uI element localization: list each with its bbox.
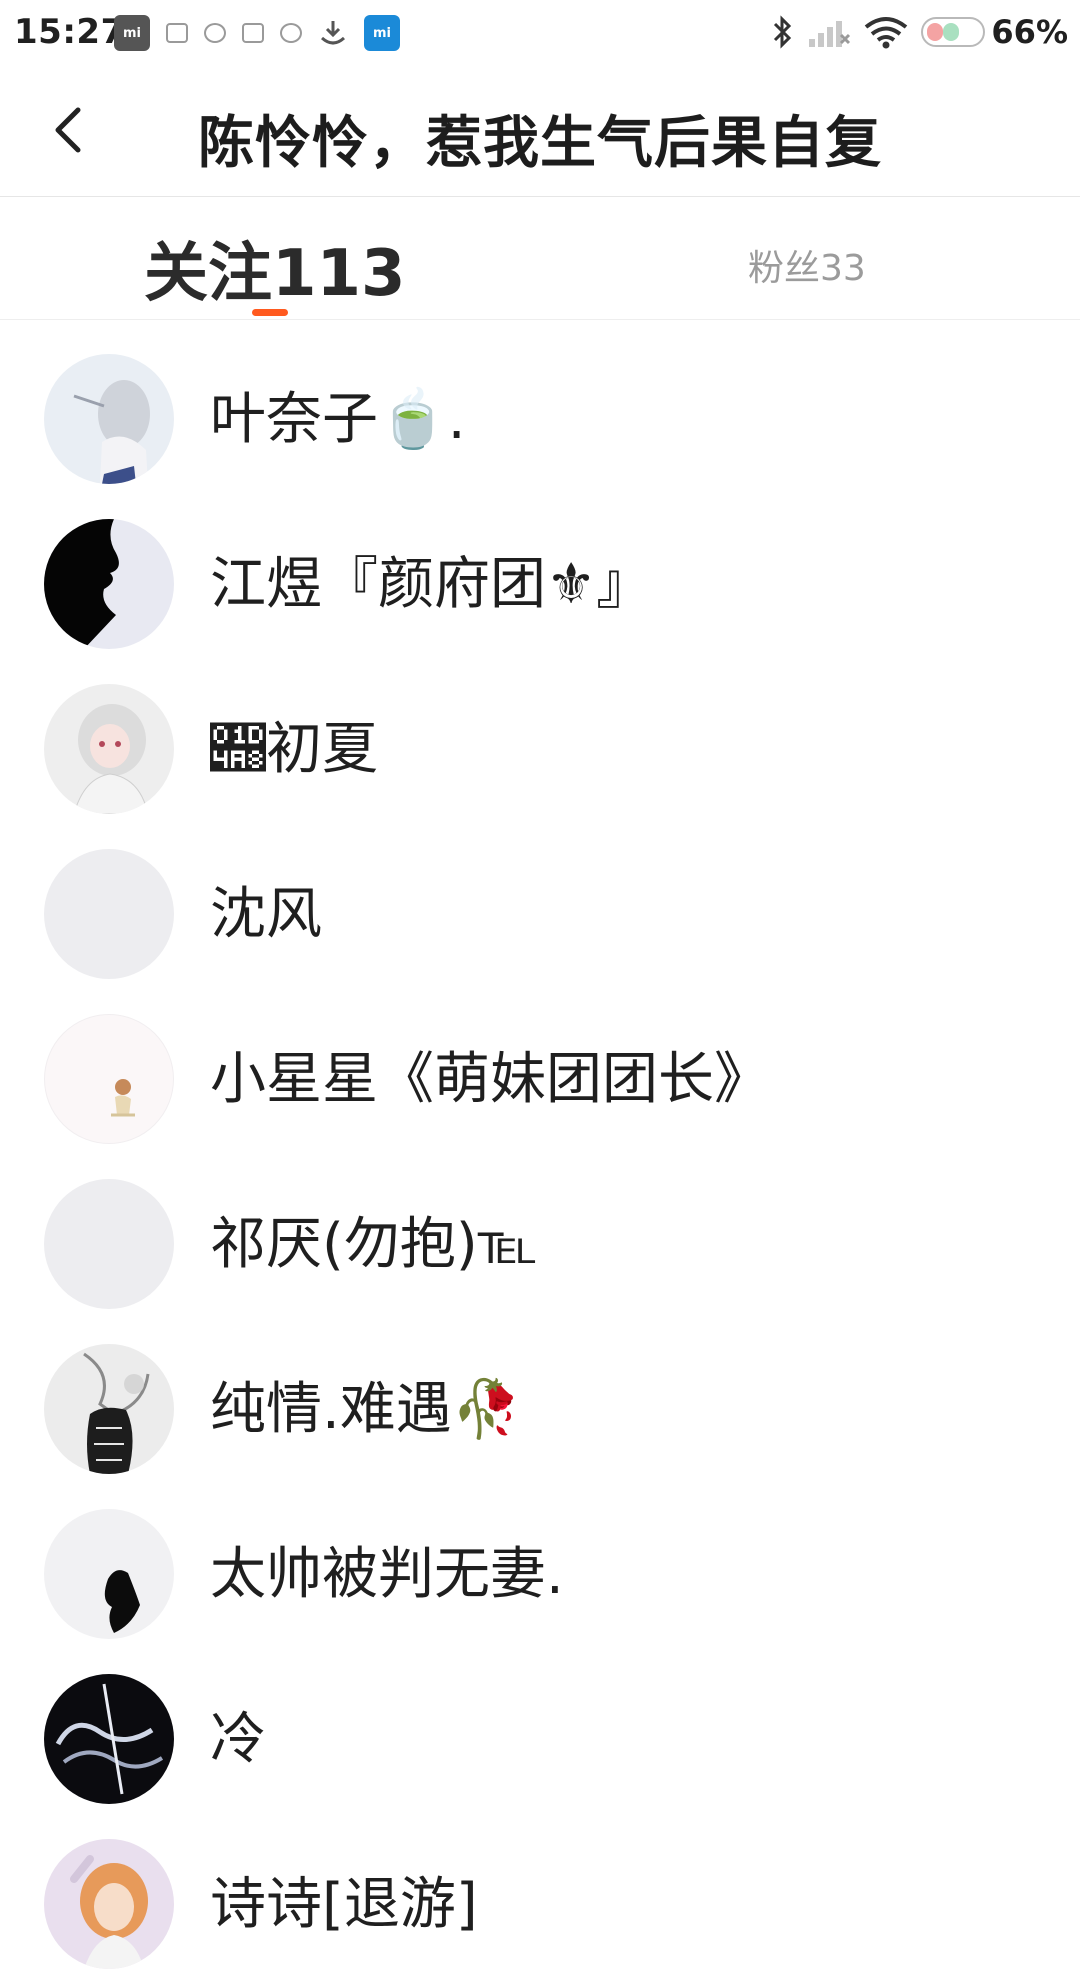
avatar[interactable] [44,1839,174,1969]
user-name: 𝒨初夏 [210,717,378,782]
mi-app-icon-label: mi [372,25,391,41]
list-item[interactable]: 小星星《萌妹团团长》 [0,980,1080,1145]
user-name: 太帅被判无妻. [210,1542,564,1607]
mi-icon: mi [114,15,150,51]
system-tray: 66% [759,10,1068,54]
user-name: 祁厌(勿抱)℡ [210,1212,538,1277]
user-name: 沈风 [210,882,322,947]
mi-icon-label: mi [122,25,141,41]
title-bar: 陈怜怜，惹我生气后果自复 [0,66,1080,197]
user-name: 冷 [210,1707,266,1772]
status-bar: 15:27 mi mi 66% [0,0,1080,66]
avatar[interactable] [44,1344,174,1474]
list-item[interactable]: 江煜『颜府团⚜』 [0,485,1080,650]
tab-following[interactable]: 关注113 [144,222,406,314]
download-icon [320,21,346,45]
avatar[interactable] [44,1014,174,1144]
list-item[interactable]: 太帅被判无妻. [0,1475,1080,1640]
user-name: 诗诗[退游] [210,1872,478,1937]
list-item[interactable]: 祁厌(勿抱)℡ [0,1145,1080,1310]
list-item[interactable]: 冷 [0,1640,1080,1805]
list-item[interactable]: 沈风 [0,815,1080,980]
page-title: 陈怜怜，惹我生气后果自复 [198,111,882,176]
image-icon [166,23,188,43]
bluetooth-icon [774,15,792,49]
avatar[interactable] [44,849,174,979]
wifi-icon [865,17,908,49]
cloud-icon [204,23,226,43]
list-item[interactable]: 𝒨初夏 [0,650,1080,815]
tab-fans[interactable]: 粉丝33 [748,239,866,291]
user-name: 小星星《萌妹团团长》 [210,1047,770,1112]
avatar[interactable] [44,684,174,814]
notification-icons: mi mi [114,14,416,52]
gallery-icon [242,23,264,43]
user-name: 江煜『颜府团⚜』 [210,552,653,617]
active-tab-indicator [252,309,288,316]
battery-icon [921,17,986,47]
avatar[interactable] [44,519,174,649]
cellular-signal-icon [809,21,851,47]
avatar[interactable] [44,1509,174,1639]
battery-percent: 66% [991,13,1068,51]
list-item[interactable]: 纯情.难遇🥀 [0,1310,1080,1475]
avatar[interactable] [44,1674,174,1804]
user-name: 纯情.难遇🥀 [210,1377,522,1442]
mi-app-icon: mi [364,15,400,51]
following-list: 叶奈子🍵. 江煜『颜府团⚜』 𝒨初夏 沈风 [0,320,1080,1970]
avatar[interactable] [44,354,174,484]
tab-bar: 关注113 粉丝33 [0,197,1080,320]
message-icon [280,23,302,43]
list-item[interactable]: 叶奈子🍵. [0,320,1080,485]
avatar[interactable] [44,1179,174,1309]
user-name: 叶奈子🍵. [210,387,466,452]
status-time: 15:27 [14,12,125,52]
list-item[interactable]: 诗诗[退游] [0,1805,1080,1970]
